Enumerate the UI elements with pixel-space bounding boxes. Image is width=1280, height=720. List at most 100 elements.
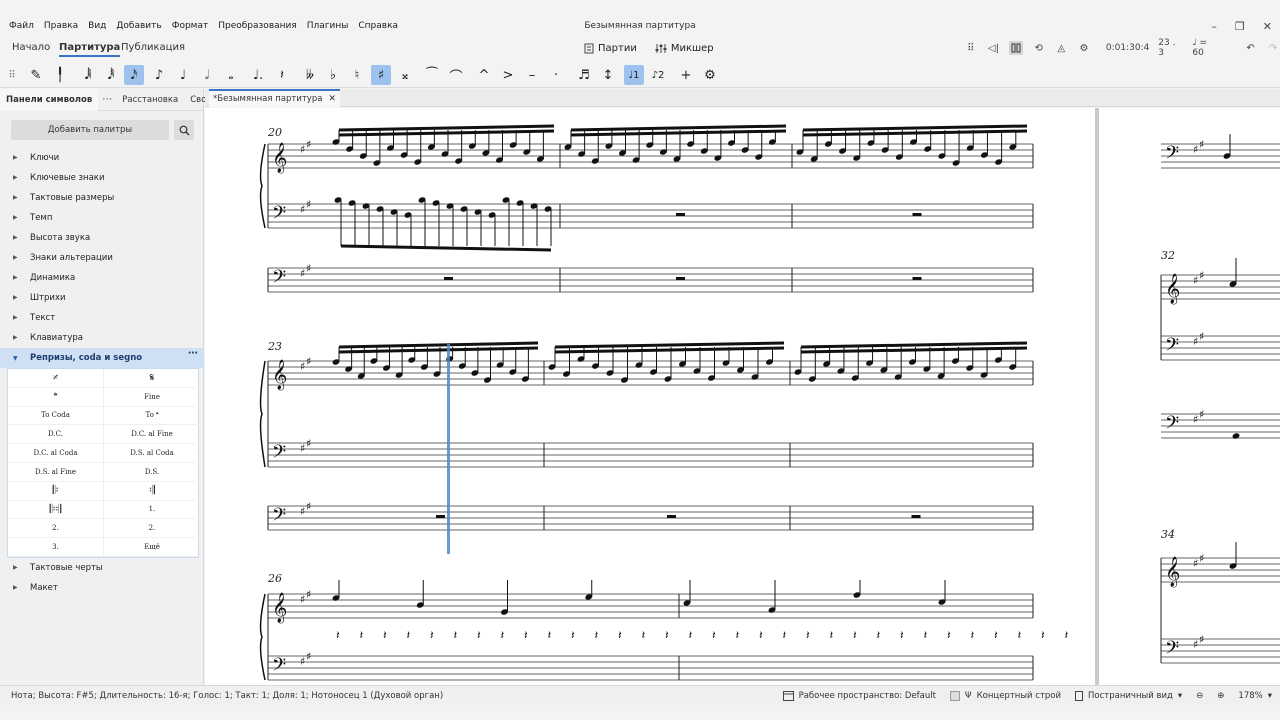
palette-articulations[interactable]: ▶ Штрихи bbox=[0, 288, 204, 308]
input-mode-icon[interactable]: ╿ bbox=[50, 65, 70, 85]
note-64th-icon[interactable]: 𝅘𝅥𝅲 bbox=[78, 65, 98, 85]
rewind-icon[interactable]: ◁| bbox=[987, 41, 1001, 55]
palette-clefs[interactable]: ▶ Ключи bbox=[0, 148, 204, 168]
note-half-icon[interactable]: 𝅗𝅥 bbox=[197, 65, 217, 85]
menu-plugins[interactable]: Плагины bbox=[302, 21, 354, 31]
parts-button[interactable]: Партии bbox=[584, 43, 637, 54]
palette-tempo[interactable]: ▶ Темп bbox=[0, 208, 204, 228]
menu-file[interactable]: Файл bbox=[4, 21, 39, 31]
double-sharp-icon[interactable]: 𝄪 bbox=[395, 65, 415, 85]
zoom-dropdown[interactable]: 178% ▾ bbox=[1238, 691, 1272, 701]
palette-cell[interactable]: 𝄆𝄇 bbox=[8, 500, 104, 520]
palette-cell[interactable]: D.C. al Coda bbox=[8, 444, 104, 463]
toolbar-handle-icon[interactable]: ⠿ bbox=[2, 65, 22, 85]
palette-text[interactable]: ▶ Текст bbox=[0, 308, 204, 328]
workspace-selector[interactable]: Рабочее пространство: Default bbox=[782, 691, 936, 701]
tuplet-icon[interactable]: ♬ bbox=[574, 65, 594, 85]
note-whole-icon[interactable]: 𝅝 bbox=[221, 65, 241, 85]
voice-1-icon[interactable]: ♩1 bbox=[624, 65, 644, 85]
playback-settings-icon[interactable]: ⚙ bbox=[1077, 41, 1091, 55]
tab-palettes[interactable]: Панели символов bbox=[0, 88, 99, 111]
view-mode-dropdown[interactable]: Постраничный вид ▾ bbox=[1075, 691, 1182, 701]
concert-pitch-checkbox[interactable] bbox=[949, 691, 960, 701]
palette-layout[interactable]: ▶ Макет bbox=[0, 578, 204, 598]
zoom-out-icon[interactable]: ⊖ bbox=[1196, 691, 1203, 701]
tab-score[interactable]: Партитура bbox=[59, 39, 121, 57]
palette-cell[interactable]: 𝄎 bbox=[8, 369, 104, 388]
menu-view[interactable]: Вид bbox=[83, 21, 111, 31]
minimize-icon[interactable]: – bbox=[1211, 20, 1217, 33]
palette-time-signatures[interactable]: ▶ Тактовые размеры bbox=[0, 188, 204, 208]
drag-handle-icon[interactable]: ⠿ bbox=[964, 41, 978, 55]
dotted-note-icon[interactable]: ♩. bbox=[248, 65, 268, 85]
rest-icon[interactable]: 𝄽 bbox=[272, 65, 292, 85]
score-canvas[interactable]: 𝄞♯♯𝄢♯♯𝄢♯♯𝄞♯♯𝄢♯♯𝄢♯♯𝄞♯♯𝄢♯♯𝄢♯♯𝄽𝄽𝄽𝄽𝄽𝄽𝄽𝄽𝄽𝄽𝄽𝄽𝄽… bbox=[205, 108, 1280, 685]
palette-cell[interactable]: 𝄋 bbox=[104, 369, 200, 388]
palette-options-icon[interactable]: ⋯ bbox=[188, 348, 198, 359]
slur-icon[interactable]: ⌒ bbox=[446, 65, 466, 85]
palette-cell[interactable]: 2. bbox=[104, 519, 200, 539]
palette-cell[interactable]: To Coda bbox=[8, 406, 104, 426]
redo-icon[interactable]: ↷ bbox=[1266, 41, 1280, 55]
double-flat-icon[interactable]: 𝄫 bbox=[300, 65, 320, 85]
palette-repeats-header[interactable]: ▼ Репризы, coda и segno ⋯ bbox=[0, 348, 204, 368]
palette-barlines[interactable]: ▶ Тактовые черты bbox=[0, 558, 204, 578]
palette-cell[interactable]: D.S. al Fine bbox=[8, 462, 104, 482]
add-palettes-button[interactable]: Добавить палитры bbox=[11, 120, 169, 140]
palette-cell[interactable]: 2. bbox=[8, 519, 104, 539]
palette-keyboard[interactable]: ▶ Клавиатура bbox=[0, 328, 204, 348]
close-tab-icon[interactable]: ✕ bbox=[328, 90, 336, 108]
close-icon[interactable]: ✕ bbox=[1263, 20, 1272, 33]
accent-icon[interactable]: > bbox=[498, 65, 518, 85]
toolbar-settings-icon[interactable]: ⚙ bbox=[700, 65, 720, 85]
document-tab[interactable]: *Безымянная партитура ✕ bbox=[209, 89, 340, 107]
palette-cell[interactable]: D.S. bbox=[104, 463, 200, 482]
palette-accidentals[interactable]: ▶ Знаки альтерации bbox=[0, 248, 204, 268]
palette-search-button[interactable] bbox=[174, 120, 194, 140]
tie-icon[interactable]: ⁀ bbox=[422, 65, 442, 85]
palette-cell[interactable]: D.C. bbox=[8, 425, 104, 445]
flip-direction-icon[interactable]: ↕ bbox=[598, 65, 618, 85]
palette-cell[interactable]: D.C. al Fine bbox=[104, 425, 200, 445]
palette-cell[interactable]: 𝄌 bbox=[8, 387, 104, 407]
loop-icon[interactable]: ⟲ bbox=[1032, 41, 1046, 55]
menu-help[interactable]: Справка bbox=[353, 21, 403, 31]
tab-publish[interactable]: Публикация bbox=[121, 39, 185, 57]
palette-dynamics[interactable]: ▶ Динамика bbox=[0, 268, 204, 288]
play-icon[interactable] bbox=[1009, 41, 1023, 55]
palettes-menu-icon[interactable]: ⋯ bbox=[98, 94, 116, 105]
undo-icon[interactable]: ↶ bbox=[1244, 41, 1258, 55]
concert-pitch-toggle[interactable]: Ψ Концертный строй bbox=[949, 691, 1061, 701]
note-16th-icon[interactable]: 𝅘𝅥𝅯 bbox=[124, 65, 144, 85]
tenuto-icon[interactable]: – bbox=[522, 65, 542, 85]
note-input-pen-icon[interactable]: ✎ bbox=[26, 65, 46, 85]
palette-cell[interactable]: Ещё bbox=[104, 538, 200, 557]
marcato-icon[interactable]: ^ bbox=[474, 65, 494, 85]
palette-cell[interactable]: Fine bbox=[104, 388, 200, 407]
palette-cell[interactable]: 𝄆 bbox=[8, 481, 104, 501]
palette-cell[interactable]: 3. bbox=[8, 538, 104, 557]
palette-key-signatures[interactable]: ▶ Ключевые знаки bbox=[0, 168, 204, 188]
menu-edit[interactable]: Правка bbox=[39, 21, 83, 31]
menu-format[interactable]: Формат bbox=[167, 21, 214, 31]
note-8th-icon[interactable]: ♪ bbox=[149, 65, 169, 85]
zoom-in-icon[interactable]: ⊕ bbox=[1217, 691, 1224, 701]
menu-add[interactable]: Добавить bbox=[111, 21, 166, 31]
menu-tools[interactable]: Преобразования bbox=[213, 21, 302, 31]
sharp-icon[interactable]: ♯ bbox=[371, 65, 391, 85]
staccato-icon[interactable]: · bbox=[546, 65, 566, 85]
palette-cell[interactable]: To 𝄌 bbox=[104, 407, 200, 426]
palette-cell[interactable]: D.S. al Coda bbox=[104, 444, 200, 463]
metronome-icon[interactable]: ◬ bbox=[1055, 41, 1069, 55]
tab-layout[interactable]: Расстановка bbox=[116, 89, 184, 111]
palette-cell[interactable]: 1. bbox=[104, 501, 200, 520]
palette-pitch[interactable]: ▶ Высота звука bbox=[0, 228, 204, 248]
note-32nd-icon[interactable]: 𝅘𝅥𝅱 bbox=[101, 65, 121, 85]
tab-home[interactable]: Начало bbox=[12, 39, 50, 57]
note-quarter-icon[interactable]: ♩ bbox=[173, 65, 193, 85]
mixer-button[interactable]: Микшер bbox=[655, 43, 714, 54]
flat-icon[interactable]: ♭ bbox=[323, 65, 343, 85]
voice-2-icon[interactable]: ♪2 bbox=[648, 65, 668, 85]
restore-icon[interactable]: ❐ bbox=[1235, 20, 1245, 33]
add-icon[interactable]: + bbox=[676, 65, 696, 85]
